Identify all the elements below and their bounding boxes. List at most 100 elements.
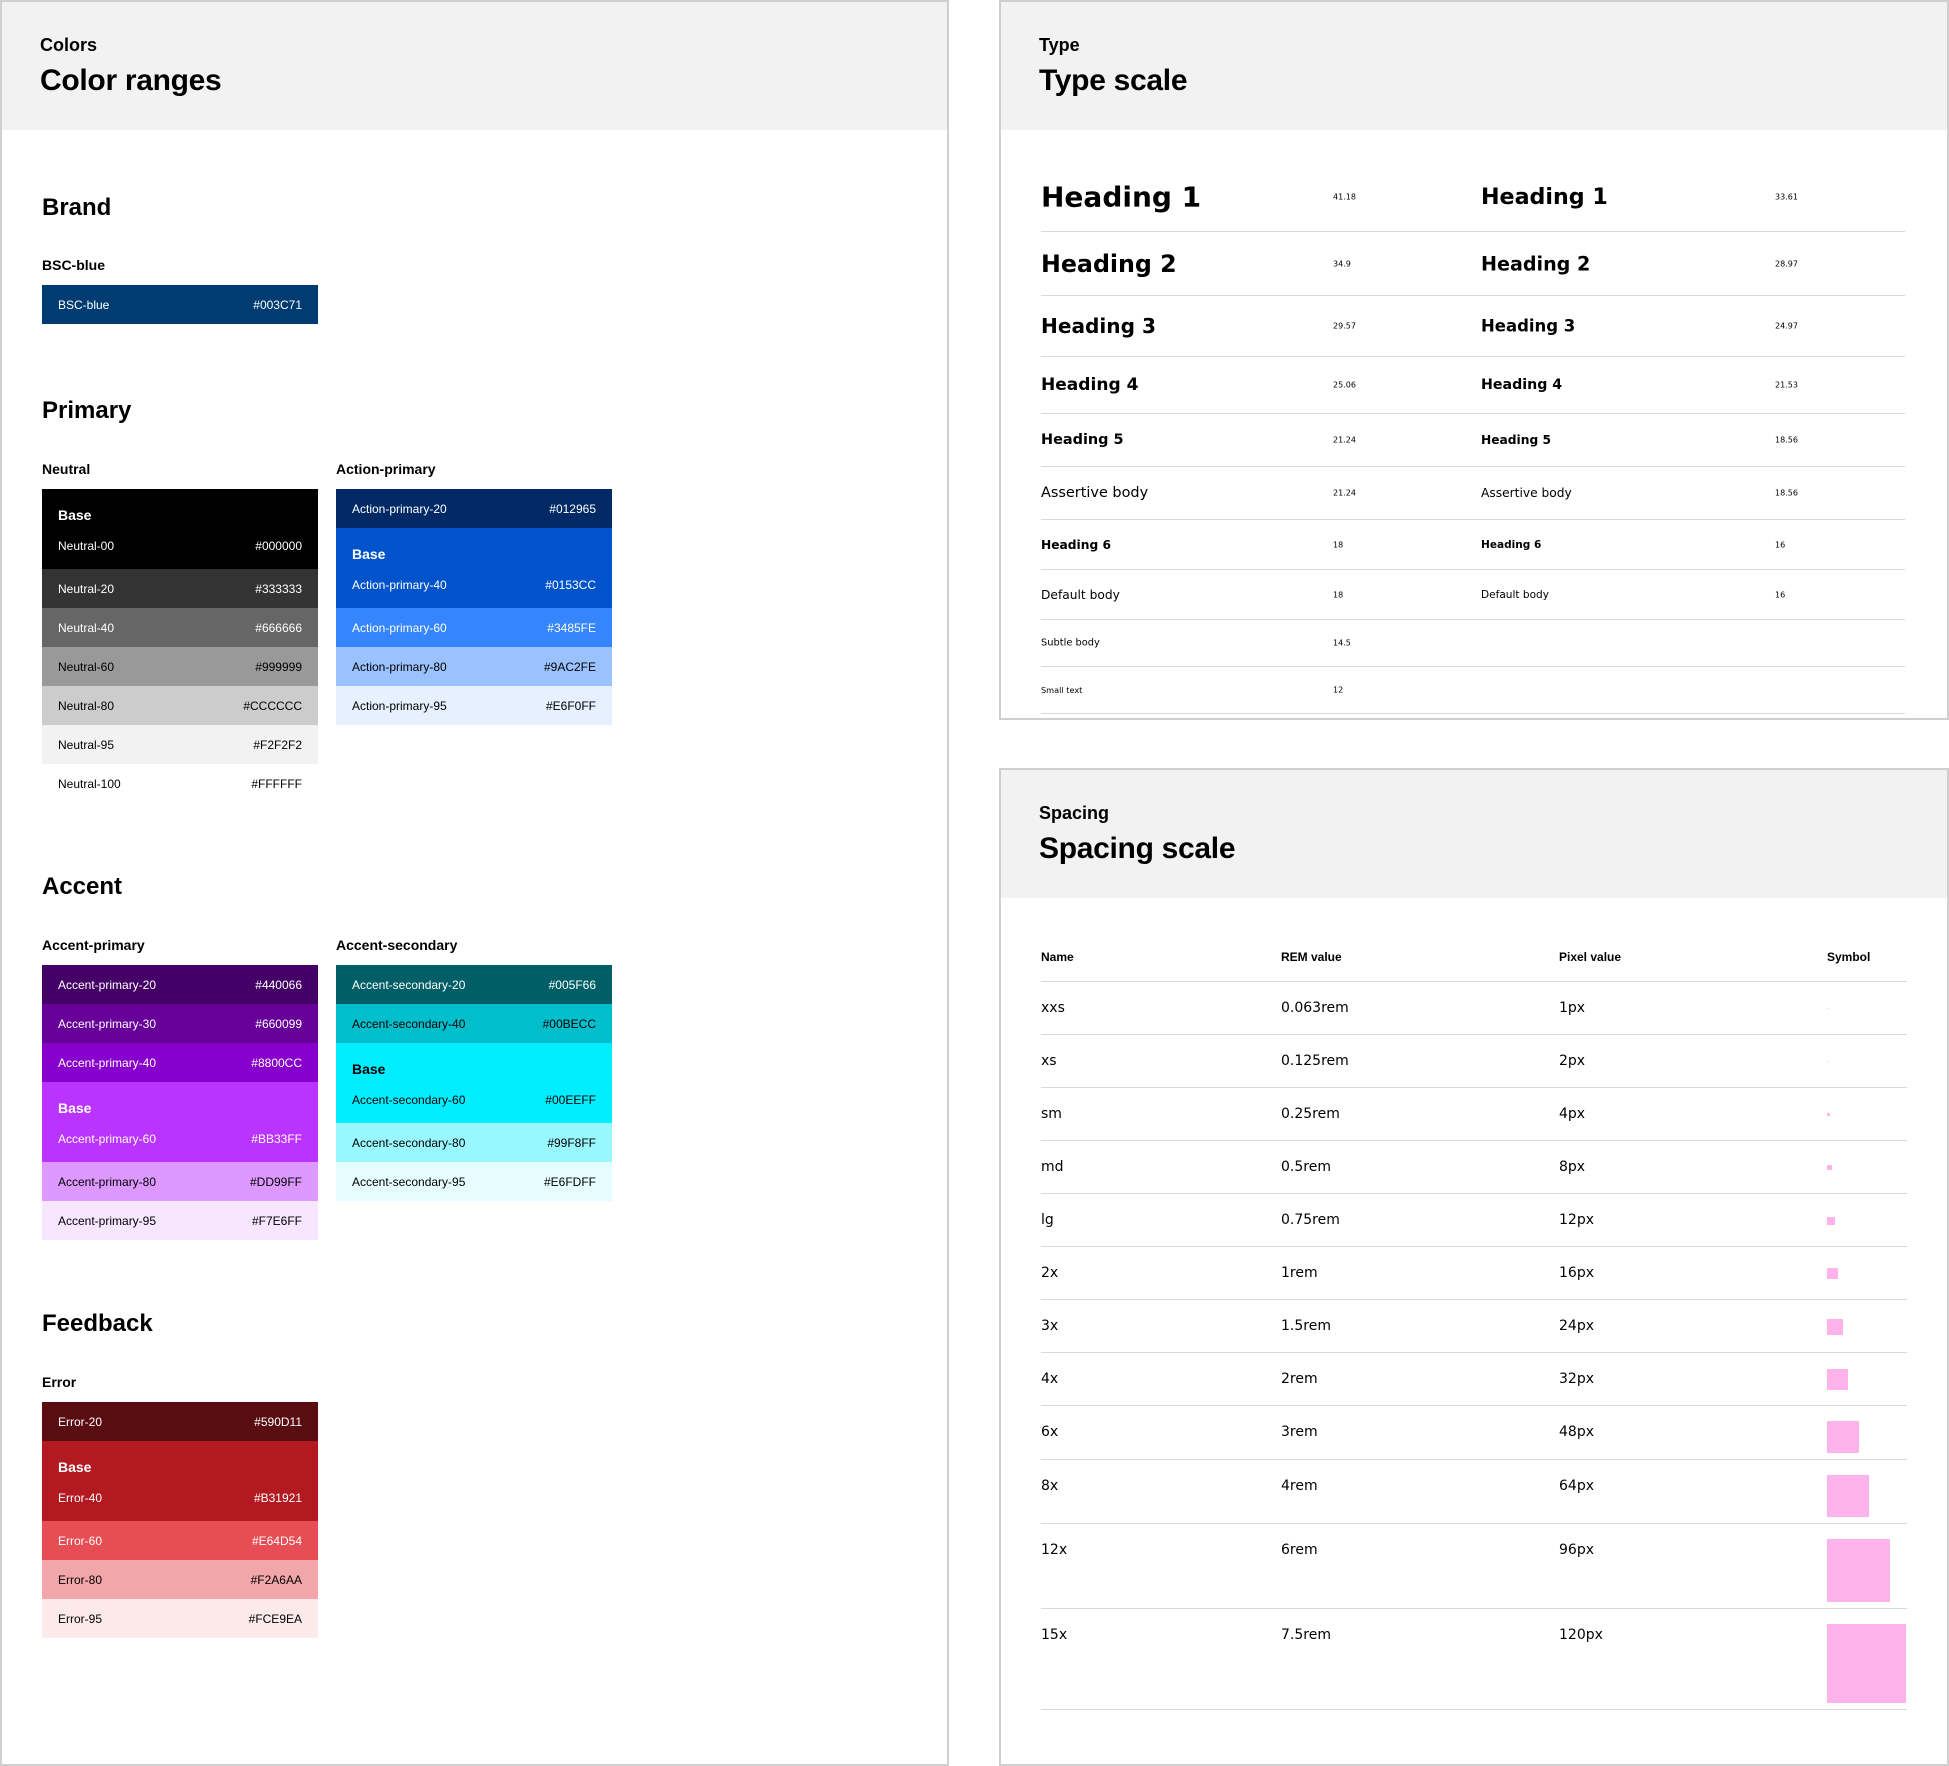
spacing-name: sm xyxy=(1041,1106,1062,1122)
type-title: Type scale xyxy=(1039,64,1188,97)
spacing-row: 4x 2rem 32px xyxy=(1041,1353,1907,1406)
swatch-name: Action-primary-60 xyxy=(352,620,447,635)
type-size-small: 18.56 xyxy=(1775,435,1798,445)
swatch-name: BSC-blue xyxy=(58,297,110,312)
type-scale-row: Small text 12 xyxy=(1041,667,1905,714)
swatch-hex: #333333 xyxy=(255,581,302,596)
swatch-hex: #005F66 xyxy=(548,977,596,992)
type-sample-small: Heading 6 xyxy=(1481,538,1542,551)
color-swatch: Base Accent-primary-60 #BB33FF xyxy=(42,1082,318,1162)
swatch-name: Accent-secondary-80 xyxy=(352,1135,466,1150)
spacing-symbol xyxy=(1827,1165,1832,1170)
swatch-hex: #E6FDFF xyxy=(543,1174,596,1189)
color-swatch: Accent-secondary-95 #E6FDFF xyxy=(336,1162,612,1201)
spacing-name: 15x xyxy=(1041,1627,1068,1643)
bsc-blue-ramp: BSC-blue #003C71 xyxy=(42,285,318,324)
type-sample-small: Assertive body xyxy=(1481,486,1572,500)
spacing-row: 12x 6rem 96px xyxy=(1041,1524,1907,1609)
color-swatch: Accent-secondary-20 #005F66 xyxy=(336,965,612,1004)
type-scale-row: Assertive body 21.24 Assertive body 18.56 xyxy=(1041,467,1905,520)
swatch-name: Error-80 xyxy=(58,1572,103,1587)
spacing-symbol xyxy=(1827,1008,1828,1009)
swatch-hex: #FCE9EA xyxy=(248,1611,302,1626)
type-size-large: 21.24 xyxy=(1333,435,1356,445)
spacing-rem: 3rem xyxy=(1281,1424,1318,1440)
error-ramp-label: Error xyxy=(42,1374,77,1390)
spacing-px: 2px xyxy=(1559,1053,1586,1069)
accent-section-title: Accent xyxy=(42,873,123,900)
type-size-large: 21.24 xyxy=(1333,488,1356,498)
color-swatch: Accent-secondary-40 #00BECC xyxy=(336,1004,612,1043)
spacing-symbol xyxy=(1827,1421,1859,1453)
accent-secondary-ramp-label: Accent-secondary xyxy=(336,937,458,953)
spacing-rem: 4rem xyxy=(1281,1478,1318,1494)
type-eyebrow: Type xyxy=(1039,35,1080,55)
swatch-hex: #FFFFFF xyxy=(251,776,302,791)
swatch-name: Error-40 xyxy=(58,1491,103,1505)
swatch-hex: #99F8FF xyxy=(547,1135,596,1150)
spacing-eyebrow: Spacing xyxy=(1039,803,1110,823)
spacing-header-symbol: Symbol xyxy=(1827,950,1871,964)
accent-secondary-ramp: Accent-secondary-20 #005F66 Accent-seconda… xyxy=(336,965,612,1201)
type-size-small: 21.53 xyxy=(1775,380,1798,390)
bsc-blue-ramp-label: BSC-blue xyxy=(42,257,105,273)
spacing-symbol xyxy=(1827,1539,1890,1602)
spacing-px: 12px xyxy=(1559,1212,1594,1228)
base-label: Base xyxy=(58,1100,92,1116)
type-scale-row: Heading 6 18 Heading 6 16 xyxy=(1041,520,1905,570)
swatch-name: Neutral-80 xyxy=(58,698,115,713)
spacing-symbol xyxy=(1827,1113,1830,1116)
color-swatch: Neutral-20 #333333 xyxy=(42,569,318,608)
type-size-large: 18 xyxy=(1333,540,1344,549)
type-sample-large: Default body xyxy=(1041,587,1120,602)
type-sample-small: Heading 2 xyxy=(1481,252,1591,275)
spacing-rem: 0.5rem xyxy=(1281,1159,1331,1175)
color-swatch: BSC-blue #003C71 xyxy=(42,285,318,324)
type-scale-row: Heading 4 25.06 Heading 4 21.53 xyxy=(1041,357,1905,414)
type-sample-small: Heading 1 xyxy=(1481,183,1608,210)
spacing-header-name: Name xyxy=(1041,950,1074,964)
spacing-row: 8x 4rem 64px xyxy=(1041,1460,1907,1524)
spacing-symbol xyxy=(1827,1319,1843,1335)
spacing-name: 2x xyxy=(1041,1265,1059,1281)
spacing-px: 120px xyxy=(1559,1627,1603,1643)
neutral-ramp: Base Neutral-00 #000000 Neutral-20 #333333 Ne… xyxy=(42,489,318,803)
swatch-name: Error-20 xyxy=(58,1414,103,1429)
type-size-large: 29.57 xyxy=(1333,321,1356,331)
color-swatch: Error-60 #E64D54 xyxy=(42,1521,318,1560)
spacing-row: sm 0.25rem 4px xyxy=(1041,1088,1907,1141)
spacing-table-header: Name REM value Pixel value Symbol xyxy=(1041,950,1907,982)
type-sample-large: Small text xyxy=(1041,685,1083,695)
colors-title: Color ranges xyxy=(40,64,222,97)
type-size-small: 18.56 xyxy=(1775,488,1798,498)
swatch-name: Accent-primary-60 xyxy=(58,1132,157,1146)
type-size-large: 18 xyxy=(1333,590,1344,599)
spacing-rem: 0.125rem xyxy=(1281,1053,1349,1069)
color-swatch: Accent-primary-30 #660099 xyxy=(42,1004,318,1043)
type-scale-row: Heading 5 21.24 Heading 5 18.56 xyxy=(1041,414,1905,467)
color-swatch: Action-primary-60 #3485FE xyxy=(336,608,612,647)
spacing-name: 12x xyxy=(1041,1542,1068,1558)
swatch-name: Neutral-20 xyxy=(58,581,115,596)
swatch-hex: #F2A6AA xyxy=(250,1572,302,1587)
spacing-rem: 0.75rem xyxy=(1281,1212,1340,1228)
swatch-hex: #00EEFF xyxy=(545,1093,596,1107)
color-swatch: Accent-secondary-80 #99F8FF xyxy=(336,1123,612,1162)
spacing-rem: 1.5rem xyxy=(1281,1318,1331,1334)
swatch-name: Accent-secondary-95 xyxy=(352,1174,466,1189)
swatch-hex: #000000 xyxy=(255,539,302,553)
swatch-name: Action-primary-80 xyxy=(352,659,447,674)
spacing-px: 48px xyxy=(1559,1424,1594,1440)
spacing-row: xxs 0.063rem 1px xyxy=(1041,982,1907,1035)
spacing-name: 6x xyxy=(1041,1424,1059,1440)
spacing-px: 4px xyxy=(1559,1106,1586,1122)
type-sample-small: Heading 4 xyxy=(1481,377,1563,393)
type-sample-large: Assertive body xyxy=(1041,485,1149,501)
type-size-large: 14.5 xyxy=(1333,638,1351,648)
color-swatch: Neutral-95 #F2F2F2 xyxy=(42,725,318,764)
color-swatch: Accent-primary-20 #440066 xyxy=(42,965,318,1004)
swatch-name: Accent-secondary-60 xyxy=(352,1093,466,1107)
swatch-name: Accent-secondary-20 xyxy=(352,977,466,992)
type-sample-small: Default body xyxy=(1481,588,1549,601)
swatch-hex: #8800CC xyxy=(251,1055,302,1070)
